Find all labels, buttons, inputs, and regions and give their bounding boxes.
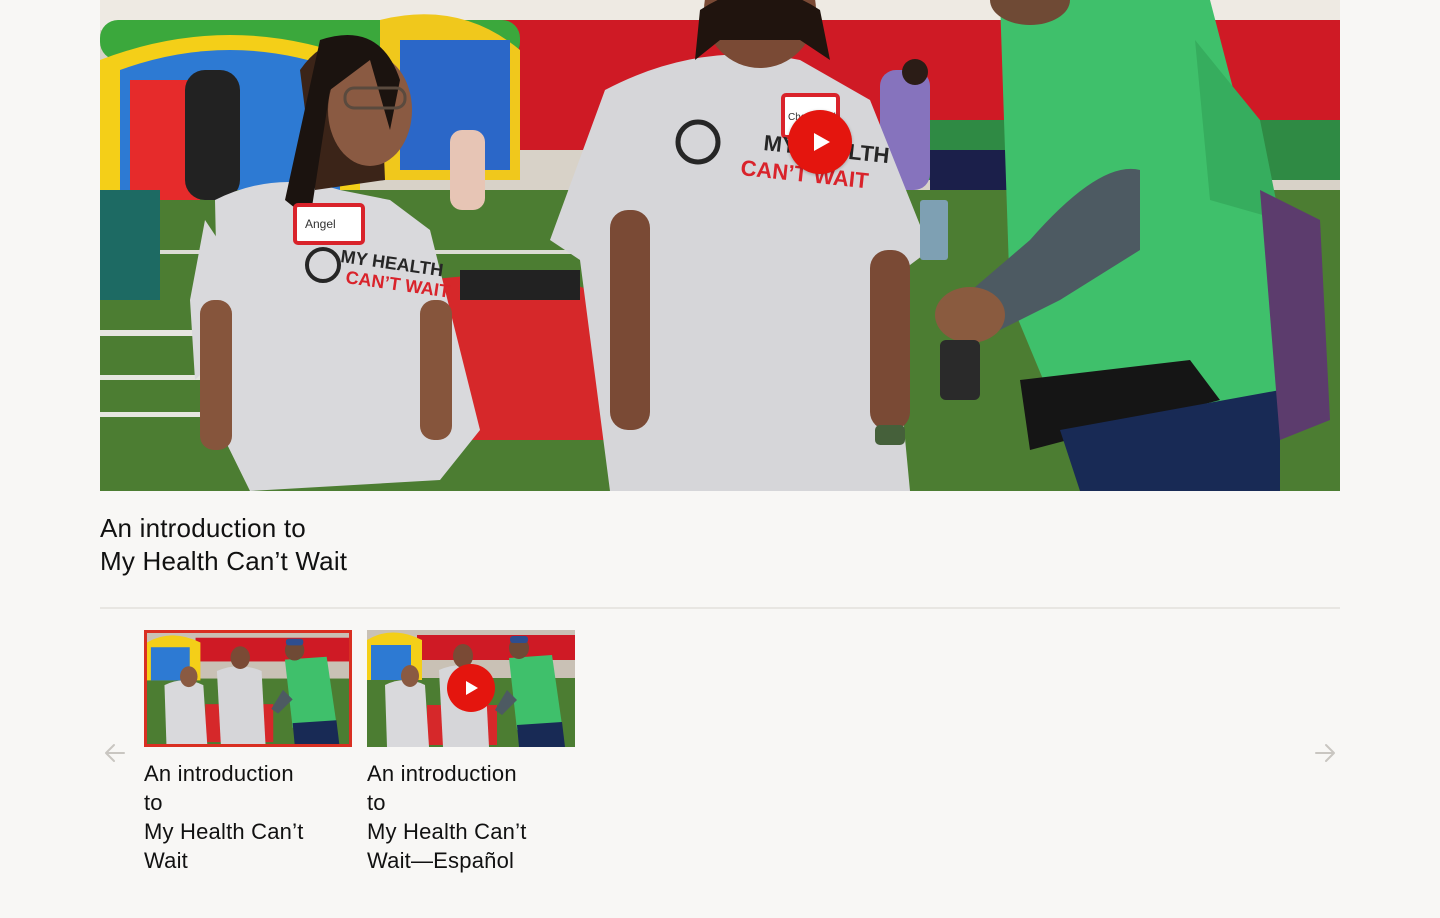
- carousel-item[interactable]: An introduction to My Health Can’t Wait—…: [367, 630, 575, 875]
- video-player[interactable]: Angel MY HEALTH CAN’T WAIT Chadwood MY H…: [100, 0, 1340, 491]
- carousel-item-title-line: Wait: [144, 848, 188, 873]
- play-button[interactable]: [788, 110, 852, 174]
- carousel-next-button[interactable]: [1312, 740, 1338, 766]
- video-poster-image: Angel MY HEALTH CAN’T WAIT Chadwood MY H…: [100, 0, 1340, 491]
- carousel-item-title-line: to: [367, 790, 386, 815]
- arrow-left-icon: [105, 744, 125, 762]
- video-title-line: An introduction to: [100, 513, 306, 543]
- divider: [100, 607, 1340, 609]
- carousel-item-title-line: to: [144, 790, 163, 815]
- carousel-item-title: An introduction to My Health Can’t Wait—…: [367, 759, 575, 875]
- video-thumbnail[interactable]: [367, 630, 575, 747]
- video-thumbnail-image: [147, 633, 349, 744]
- carousel-item-title-line: My Health Can’t: [144, 819, 304, 844]
- thumbnail-play-button[interactable]: [447, 664, 495, 712]
- carousel-item-title-line: An introduction: [367, 761, 517, 786]
- video-title: An introduction to My Health Can’t Wait: [100, 512, 347, 578]
- carousel-item-title: An introduction to My Health Can’t Wait: [144, 759, 352, 875]
- video-title-line: My Health Can’t Wait: [100, 546, 348, 576]
- scene-badge-text: Angel: [305, 217, 336, 231]
- carousel-prev-button[interactable]: [102, 740, 128, 766]
- arrow-right-icon: [1315, 744, 1335, 762]
- carousel-item[interactable]: An introduction to My Health Can’t Wait: [144, 630, 352, 875]
- carousel-item-title-line: Wait—Español: [367, 848, 515, 873]
- carousel-item-title-line: My Health Can’t: [367, 819, 527, 844]
- video-thumbnail[interactable]: [144, 630, 352, 747]
- carousel-item-title-line: An introduction: [144, 761, 294, 786]
